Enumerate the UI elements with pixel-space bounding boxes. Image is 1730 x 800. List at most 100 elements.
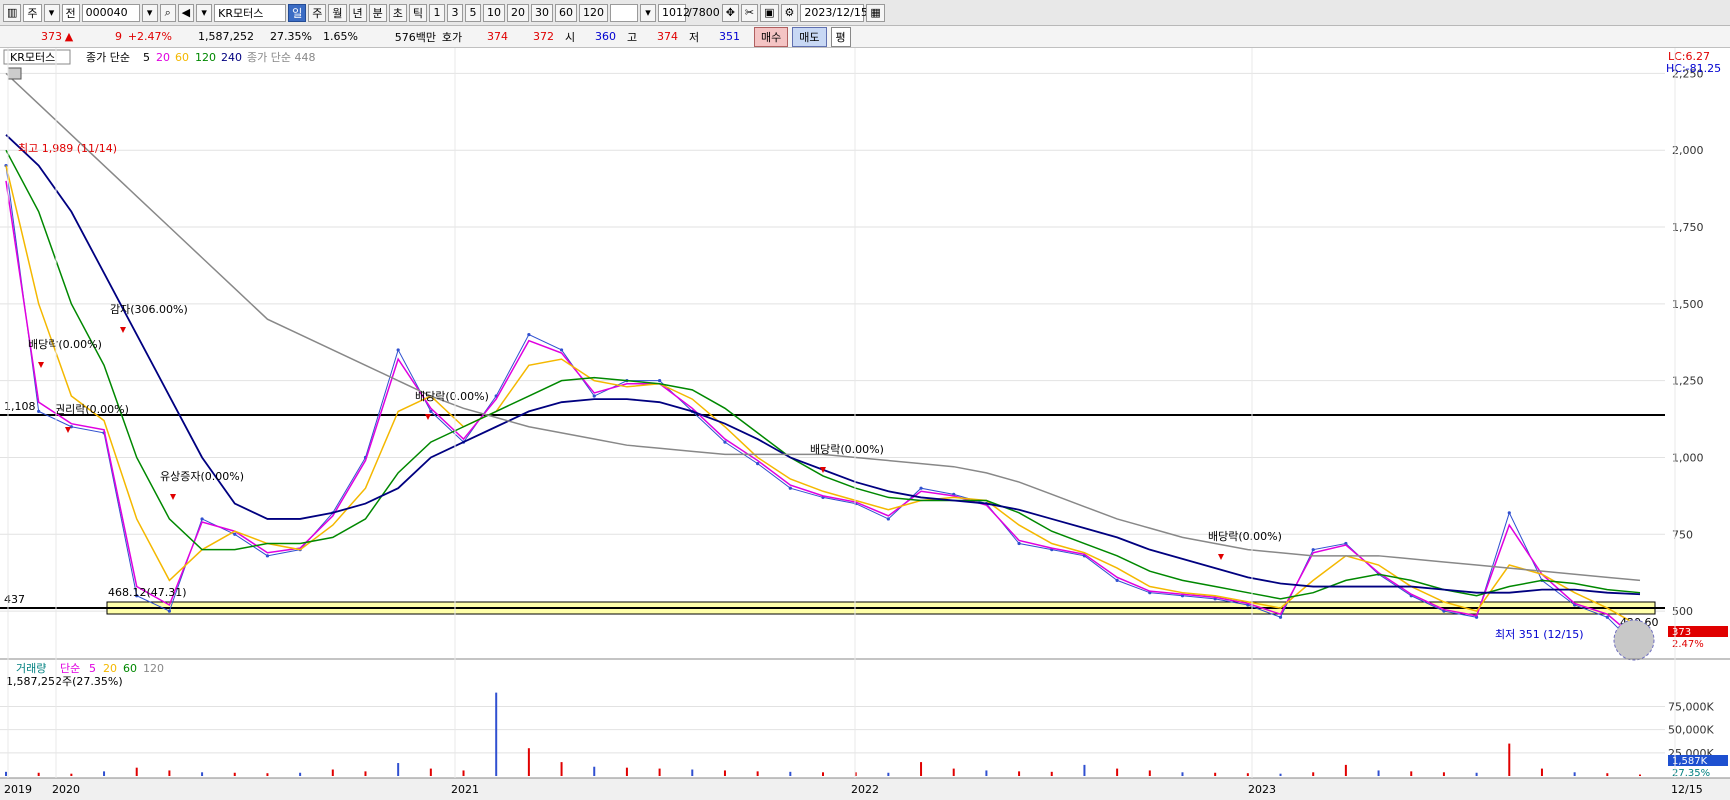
level-1108-label: 1,108: [4, 400, 36, 413]
interval-3[interactable]: 3: [447, 3, 463, 22]
custom-interval-input[interactable]: [610, 3, 638, 22]
x-tick-label: 2019: [4, 783, 32, 796]
price-point: [396, 348, 400, 352]
price-point: [1115, 578, 1119, 582]
toolbar: ▥ 주 ▾ 전 000040 ▾ ⌕ ◀ ▾ KR모터스 일 주 월 년 분 초…: [0, 0, 1730, 26]
price-point: [265, 554, 270, 558]
price-point: [1017, 541, 1021, 546]
event-label: 배당락(0.00%): [1208, 530, 1282, 543]
stock-name[interactable]: KR모터스: [214, 3, 287, 22]
volume-tag-label: 1,587K: [1672, 756, 1708, 767]
hc-label: HC:-81.25: [1666, 62, 1721, 75]
interval-5[interactable]: 5: [465, 3, 481, 22]
low-label: 저: [688, 30, 700, 44]
bid-price: 372: [533, 30, 554, 43]
period-tick[interactable]: 틱: [408, 3, 427, 22]
price-tick-label: 1,750: [1672, 221, 1704, 234]
chevron-down-icon[interactable]: ▾: [141, 3, 158, 22]
price-point: [200, 517, 204, 521]
long-ma-label: 종가 단순 448: [247, 51, 315, 64]
total-count: /7800: [688, 6, 720, 19]
period-week[interactable]: 주: [308, 3, 327, 22]
vol-ma120-label: 120: [143, 662, 164, 675]
calendar-icon[interactable]: ▦: [866, 3, 885, 22]
price-point: [527, 332, 531, 337]
volume-value: 1,587,252: [198, 30, 254, 43]
price-panel-bg: [0, 48, 1665, 658]
price-panel-title: KR모터스: [10, 51, 55, 64]
price-point: [559, 348, 564, 352]
price-point: [233, 532, 237, 536]
price-point: [1605, 615, 1609, 619]
quote-bar: 373 ▲ 9 +2.47% 1,587,252 27.35% 1.65% 57…: [0, 26, 1730, 48]
tool-icon[interactable]: ✂: [740, 3, 759, 22]
volume-ratio: 27.35%: [270, 30, 312, 43]
volume-value-label: 1,587,252주(27.35%): [6, 675, 123, 688]
interval-20[interactable]: 20: [507, 3, 529, 22]
interval-60[interactable]: 60: [555, 3, 577, 22]
period-day[interactable]: 일: [288, 3, 307, 22]
price-point: [723, 440, 727, 444]
x-tick-label: 2022: [851, 783, 879, 796]
speaker-icon[interactable]: ◀: [177, 3, 195, 22]
up-triangle-icon: ▲: [64, 30, 74, 43]
menu-icon[interactable]: ▥: [3, 3, 22, 22]
average-button[interactable]: 평: [830, 26, 851, 47]
ma20-label: 20: [156, 51, 170, 64]
price-tick-label: 1,500: [1672, 298, 1704, 311]
turnover-rate: 1.65%: [323, 30, 358, 43]
open-label: 시: [564, 30, 576, 44]
min-price-label: 최저 351 (12/15): [1495, 628, 1584, 641]
mode-select[interactable]: 주: [23, 3, 42, 22]
chart-area: 5007501,0001,2501,5001,7502,0002,250 배당락…: [0, 48, 1730, 800]
price-point: [658, 379, 662, 383]
price-point: [167, 609, 171, 613]
x-tick-label: 2023: [1248, 783, 1276, 796]
current-rate-tag-label: 2.47%: [1672, 639, 1704, 650]
type-select[interactable]: 전: [61, 3, 80, 22]
search-icon[interactable]: ⌕: [159, 3, 176, 22]
price-change: 9: [115, 30, 122, 43]
crosshair-icon[interactable]: ✥: [721, 3, 739, 22]
current-marker: [1613, 619, 1655, 661]
event-label: 배당락(0.00%): [810, 443, 884, 456]
price-point: [592, 394, 596, 398]
period-month[interactable]: 월: [328, 3, 347, 22]
ma240-label: 240: [221, 51, 242, 64]
interval-1[interactable]: 1: [429, 3, 445, 22]
sell-button[interactable]: 매도: [792, 26, 827, 47]
chevron-down-icon[interactable]: ▾: [640, 3, 656, 22]
price-point: [1278, 615, 1283, 619]
ask-price: 374: [487, 30, 508, 43]
bid-label: 호가: [441, 30, 463, 44]
high-price: 374: [657, 30, 678, 43]
chevron-down-icon[interactable]: ▾: [43, 3, 60, 22]
interval-30[interactable]: 30: [531, 3, 553, 22]
range-label: 468.12(47.31): [108, 586, 187, 599]
count-input[interactable]: 1012: [658, 3, 690, 22]
event-label: 배당락(0.00%): [415, 390, 489, 403]
vol-ma5-label: 5: [89, 662, 96, 675]
trade-amount: 576백만: [394, 30, 436, 44]
period-second[interactable]: 초: [388, 3, 407, 22]
chevron-down-icon[interactable]: ▾: [196, 3, 213, 22]
change-rate: +2.47%: [127, 30, 172, 43]
event-label: 감자(306.00%): [110, 303, 188, 316]
period-year[interactable]: 년: [348, 3, 367, 22]
gear-icon[interactable]: ⚙: [780, 3, 799, 22]
max-price-label: 최고 1,989 (11/14): [18, 142, 117, 155]
interval-120[interactable]: 120: [579, 3, 608, 22]
open-price: 360: [595, 30, 616, 43]
x-tick-label: 2020: [52, 783, 80, 796]
ma60-label: 60: [175, 51, 189, 64]
x-tick-label: 12/15: [1671, 783, 1703, 796]
code-input[interactable]: 000040: [81, 3, 140, 22]
period-minute[interactable]: 분: [368, 3, 387, 22]
price-tick-label: 1,250: [1672, 375, 1704, 388]
price-point: [37, 409, 41, 413]
interval-10[interactable]: 10: [483, 3, 505, 22]
date-input[interactable]: 2023/12/15: [800, 3, 868, 22]
event-label: 권리락(0.00%): [55, 403, 129, 416]
buy-button[interactable]: 매수: [754, 26, 789, 47]
save-icon[interactable]: ▣: [760, 3, 779, 22]
